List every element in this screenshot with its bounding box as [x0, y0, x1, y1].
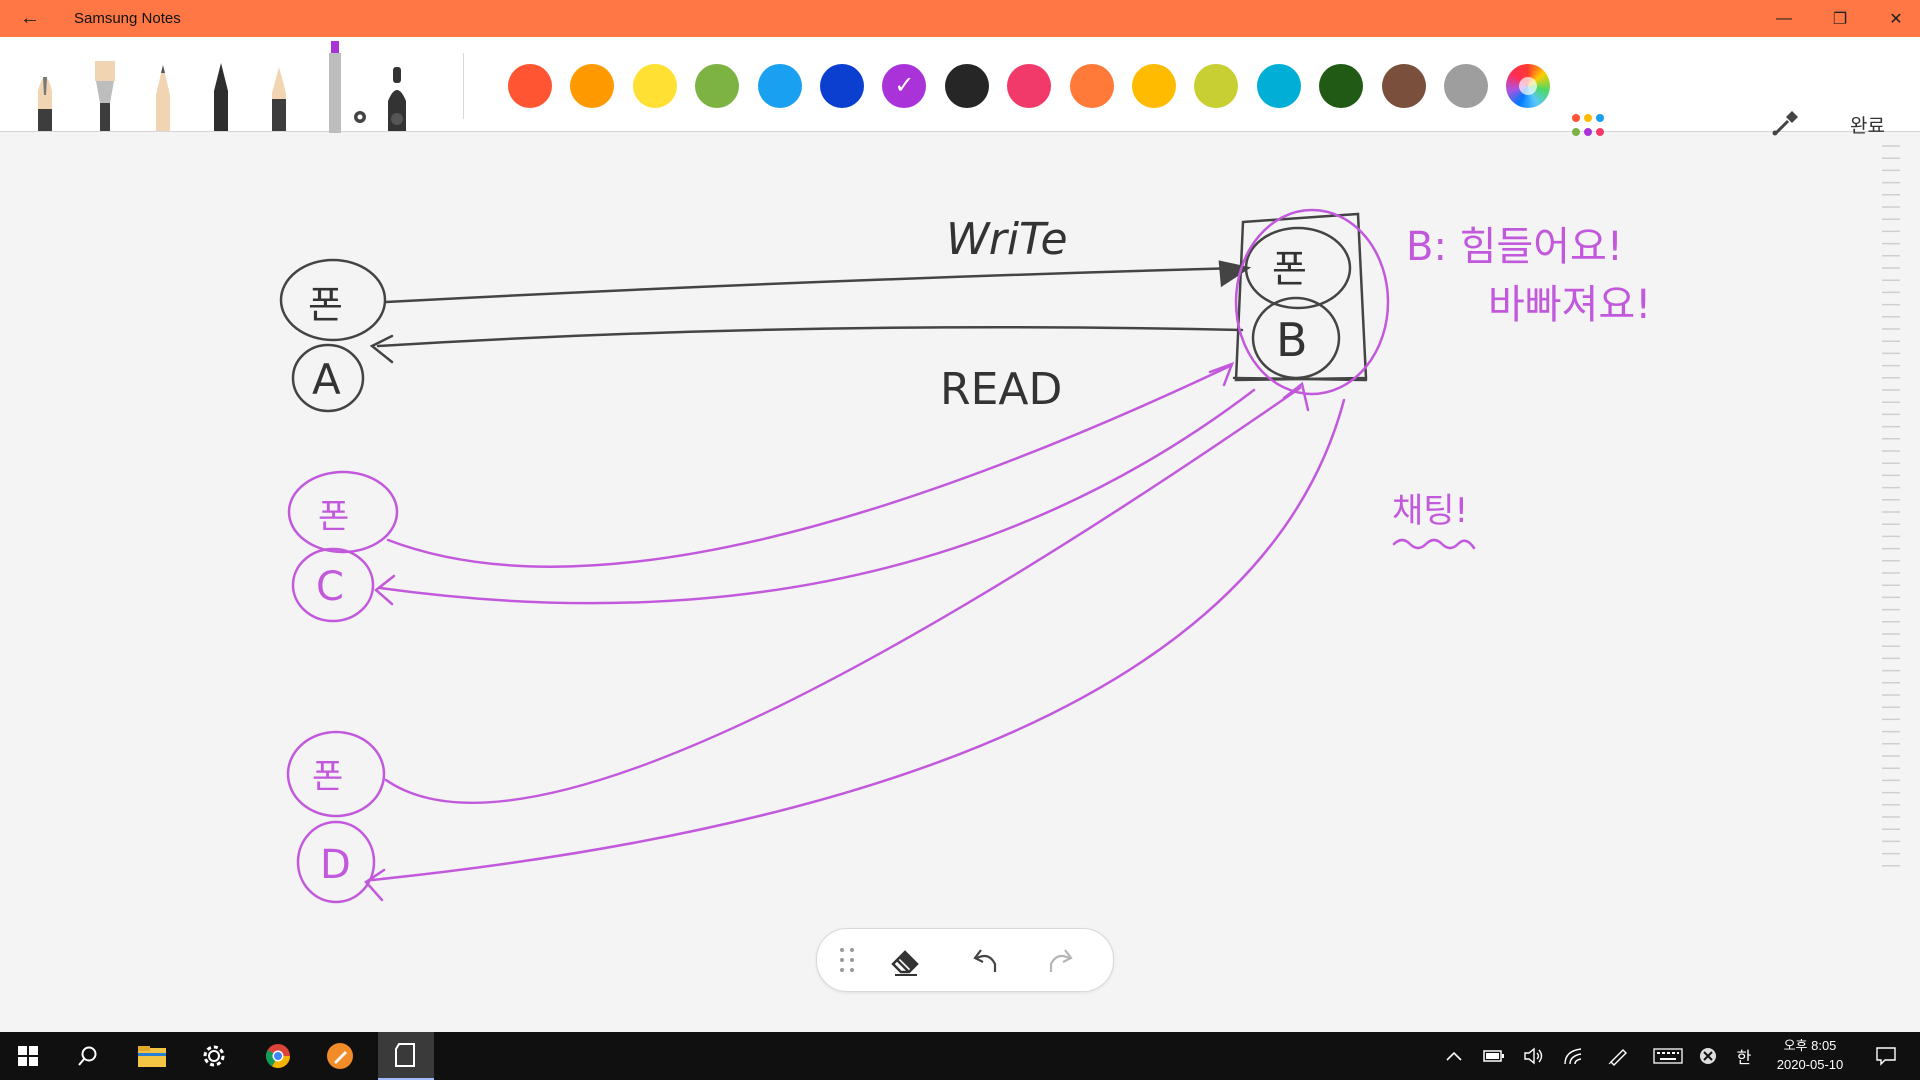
color-swatch[interactable]	[1381, 64, 1426, 108]
purple-ink-labels: 폰 C 폰 D B: 힘들어요! 바빠져요! 채팅!	[312, 224, 1651, 888]
checkmark-icon: ✓	[894, 72, 915, 99]
search-icon	[78, 1046, 97, 1066]
color-swatch[interactable]	[1132, 64, 1176, 108]
dark-ink-labels: WriTe READ 폰 A 폰 B	[308, 214, 1308, 415]
c-to-b-arrow	[386, 364, 1232, 568]
page-scroll-rail[interactable]	[1880, 142, 1902, 880]
highlighter-icon[interactable]	[324, 41, 372, 133]
windows-logo-icon	[18, 1046, 38, 1066]
clock-date: 2020-05-10	[1776, 1057, 1844, 1072]
orange-pen-app-icon	[327, 1043, 353, 1069]
color-swatch[interactable]	[632, 64, 677, 108]
ime-indicator[interactable]: 한	[1726, 1032, 1762, 1080]
redo-icon[interactable]	[1043, 942, 1079, 978]
b-to-c-arrow	[378, 388, 1256, 605]
a-bubble-text: 폰	[308, 283, 343, 327]
color-swatch[interactable]	[695, 64, 740, 108]
b-note-line2: 바빠져요!	[1488, 282, 1651, 328]
b-node-label: B	[1276, 313, 1308, 367]
note-canvas[interactable]: WriTe READ 폰 A 폰 B 폰 C 폰 D B: 힘들어요! 바빠져요…	[0, 132, 1920, 1032]
battery-icon[interactable]	[1476, 1032, 1512, 1080]
fountain-pen-icon[interactable]	[30, 61, 60, 131]
calligraphy-brush-icon[interactable]	[90, 61, 120, 131]
d-bubble-text: 폰	[312, 757, 343, 797]
pencil-icon[interactable]	[148, 61, 178, 131]
pen-workspace-icon[interactable]	[1600, 1032, 1636, 1080]
color-swatch[interactable]	[944, 64, 989, 108]
b-to-d-arrow	[370, 398, 1346, 882]
c-node-label: C	[316, 564, 344, 610]
color-swatch[interactable]	[1069, 64, 1114, 108]
folder-icon	[138, 1046, 166, 1067]
clock-time: 오후 8:05	[1783, 1038, 1837, 1053]
pen-icon[interactable]	[206, 61, 236, 131]
file-explorer-taskbar-button[interactable]	[128, 1032, 176, 1080]
color-swatch[interactable]	[1007, 64, 1052, 108]
notes-icon	[395, 1043, 415, 1067]
brush-pen-icon[interactable]	[382, 61, 412, 131]
chat-label: 채팅!	[1392, 491, 1468, 531]
color-swatch[interactable]: ✓	[882, 64, 927, 108]
network-error-icon[interactable]	[1690, 1032, 1726, 1080]
marker-icon[interactable]	[264, 61, 294, 131]
color-swatch[interactable]	[1319, 64, 1364, 108]
drag-handle-icon[interactable]	[829, 942, 865, 978]
undo-icon[interactable]	[967, 942, 1003, 978]
minimize-button[interactable]: —	[1756, 0, 1812, 37]
chat-underline	[1392, 538, 1476, 550]
app-title: Samsung Notes	[74, 10, 181, 27]
chrome-icon	[265, 1044, 290, 1069]
settings-taskbar-button[interactable]	[190, 1032, 238, 1080]
floating-toolbar	[816, 928, 1114, 992]
wifi-icon[interactable]	[1556, 1032, 1592, 1080]
close-button[interactable]: ✕	[1868, 0, 1920, 37]
color-swatch[interactable]	[508, 64, 552, 108]
search-button[interactable]	[64, 1032, 112, 1080]
eraser-icon[interactable]	[887, 942, 923, 978]
write-arrow	[384, 266, 1242, 304]
c-bubble-text: 폰	[318, 497, 349, 537]
back-arrow-icon[interactable]: ←	[18, 7, 42, 31]
toolbar-divider	[463, 53, 464, 119]
write-label: WriTe	[946, 214, 1068, 265]
b-bubble-text: 폰	[1272, 247, 1307, 291]
windows-taskbar: 한 오후 8:05 2020-05-10	[0, 1032, 1920, 1080]
b-note-line1: B: 힘들어요!	[1406, 224, 1623, 270]
color-swatch[interactable]	[820, 64, 864, 108]
a-node-label: A	[312, 355, 341, 404]
gear-icon	[203, 1045, 225, 1067]
color-wheel-center	[1519, 77, 1538, 95]
title-bar: ← Samsung Notes — ❐ ✕	[0, 0, 1920, 37]
color-swatch[interactable]	[1256, 64, 1301, 108]
touch-keyboard-icon[interactable]	[1650, 1032, 1686, 1080]
d-to-b-arrow	[384, 386, 1302, 804]
action-center-icon[interactable]	[1868, 1032, 1904, 1080]
restore-button[interactable]: ❐	[1812, 0, 1868, 37]
read-arrow	[376, 325, 1244, 348]
read-label: READ	[940, 364, 1062, 415]
dark-ink-layer	[279, 212, 1368, 413]
color-swatch[interactable]	[1444, 64, 1488, 108]
samsung-notes-taskbar-button[interactable]	[378, 1032, 434, 1080]
tray-chevron-up-icon[interactable]	[1436, 1032, 1472, 1080]
clock[interactable]: 오후 8:05 2020-05-10	[1762, 1036, 1858, 1074]
chrome-taskbar-button[interactable]	[254, 1032, 302, 1080]
pen-app-taskbar-button[interactable]	[316, 1032, 364, 1080]
volume-icon[interactable]	[1516, 1032, 1552, 1080]
d-node-label: D	[320, 842, 351, 888]
start-button[interactable]	[4, 1032, 52, 1080]
color-swatch[interactable]	[757, 64, 802, 108]
